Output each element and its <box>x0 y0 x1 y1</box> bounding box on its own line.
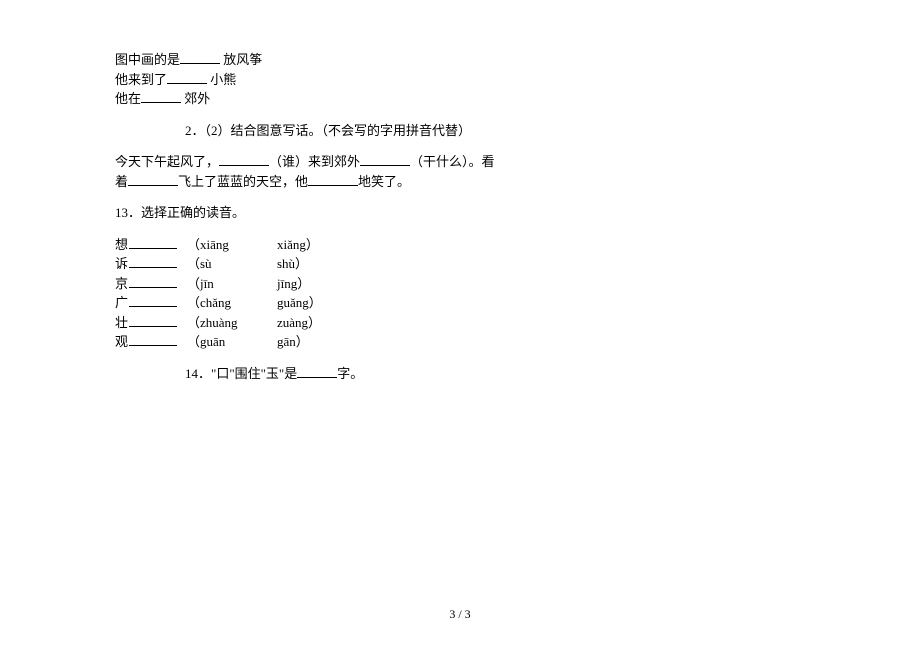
pinyin-char: 京 <box>115 274 129 294</box>
blank <box>308 173 358 186</box>
pinyin-char: 想 <box>115 235 129 255</box>
pinyin-row-1: 诉 （sùshù） <box>115 254 540 274</box>
q2-text-line2: 着 飞上了蓝蓝的天空，他 地笑了。 <box>115 172 540 192</box>
pinyin-row-3: 广 （chǎngguǎng） <box>115 293 540 313</box>
pinyin-row-5: 观 （guāngān） <box>115 332 540 352</box>
q2-l2-p2: 飞上了蓝蓝的天空，他 <box>178 174 308 189</box>
pinyin-char: 观 <box>115 332 129 352</box>
pinyin-char: 壮 <box>115 313 129 333</box>
q1-line1: 图中画的是 放风筝 <box>115 50 540 70</box>
blank <box>129 255 177 268</box>
blank <box>129 294 177 307</box>
q13-title: 13．选择正确的读音。 <box>115 203 540 223</box>
blank <box>129 314 177 327</box>
q2-number: 2． <box>185 123 205 138</box>
q1-line3-prefix: 他在 <box>115 91 141 106</box>
q2-l2-p3: 地笑了。 <box>358 174 410 189</box>
q1-line2: 他来到了 小熊 <box>115 70 540 90</box>
q2-p3: （干什么）。看 <box>410 154 495 169</box>
q2-p1: 今天下午起风了， <box>115 154 219 169</box>
page-number: 3 / 3 <box>0 607 920 622</box>
q1-line3: 他在 郊外 <box>115 89 540 109</box>
q1-line3-suffix: 郊外 <box>181 91 210 106</box>
q2-title-text: （2）结合图意写话。（不会写的字用拼音代替） <box>205 123 472 138</box>
q2-l2-p1: 着 <box>115 174 128 189</box>
pinyin-options: （xiāngxiǎng） <box>187 235 319 255</box>
blank <box>180 51 220 64</box>
q14-number: 14． <box>185 366 211 381</box>
blank <box>360 153 410 166</box>
q1-line2-suffix: 小熊 <box>207 72 236 87</box>
blank <box>141 90 181 103</box>
blank <box>129 333 177 346</box>
pinyin-char: 诉 <box>115 254 129 274</box>
q14-p2: 字。 <box>337 366 363 381</box>
q2-title: 2．（2）结合图意写话。（不会写的字用拼音代替） <box>115 121 540 141</box>
pinyin-char: 广 <box>115 293 129 313</box>
pinyin-options: （guāngān） <box>187 332 309 352</box>
blank <box>297 365 337 378</box>
pinyin-options: （jīnjīng） <box>187 274 310 294</box>
pinyin-options: （sùshù） <box>187 254 308 274</box>
pinyin-row-4: 壮 （zhuàngzuàng） <box>115 313 540 333</box>
blank <box>129 236 177 249</box>
q14-line: 14．"口"围住"玉"是 字。 <box>115 364 540 384</box>
q14-p1: "口"围住"玉"是 <box>211 366 297 381</box>
q1-line1-prefix: 图中画的是 <box>115 52 180 67</box>
blank <box>129 275 177 288</box>
q2-p2: （谁）来到郊外 <box>269 154 360 169</box>
pinyin-options: （chǎngguǎng） <box>187 293 322 313</box>
q1-line2-prefix: 他来到了 <box>115 72 167 87</box>
blank <box>128 173 178 186</box>
q2-text-line1: 今天下午起风了， （谁）来到郊外 （干什么）。看 <box>115 152 540 172</box>
pinyin-row-0: 想 （xiāngxiǎng） <box>115 235 540 255</box>
pinyin-row-2: 京 （jīnjīng） <box>115 274 540 294</box>
q1-line1-suffix: 放风筝 <box>220 52 262 67</box>
blank <box>219 153 269 166</box>
blank <box>167 71 207 84</box>
pinyin-options: （zhuàngzuàng） <box>187 313 321 333</box>
